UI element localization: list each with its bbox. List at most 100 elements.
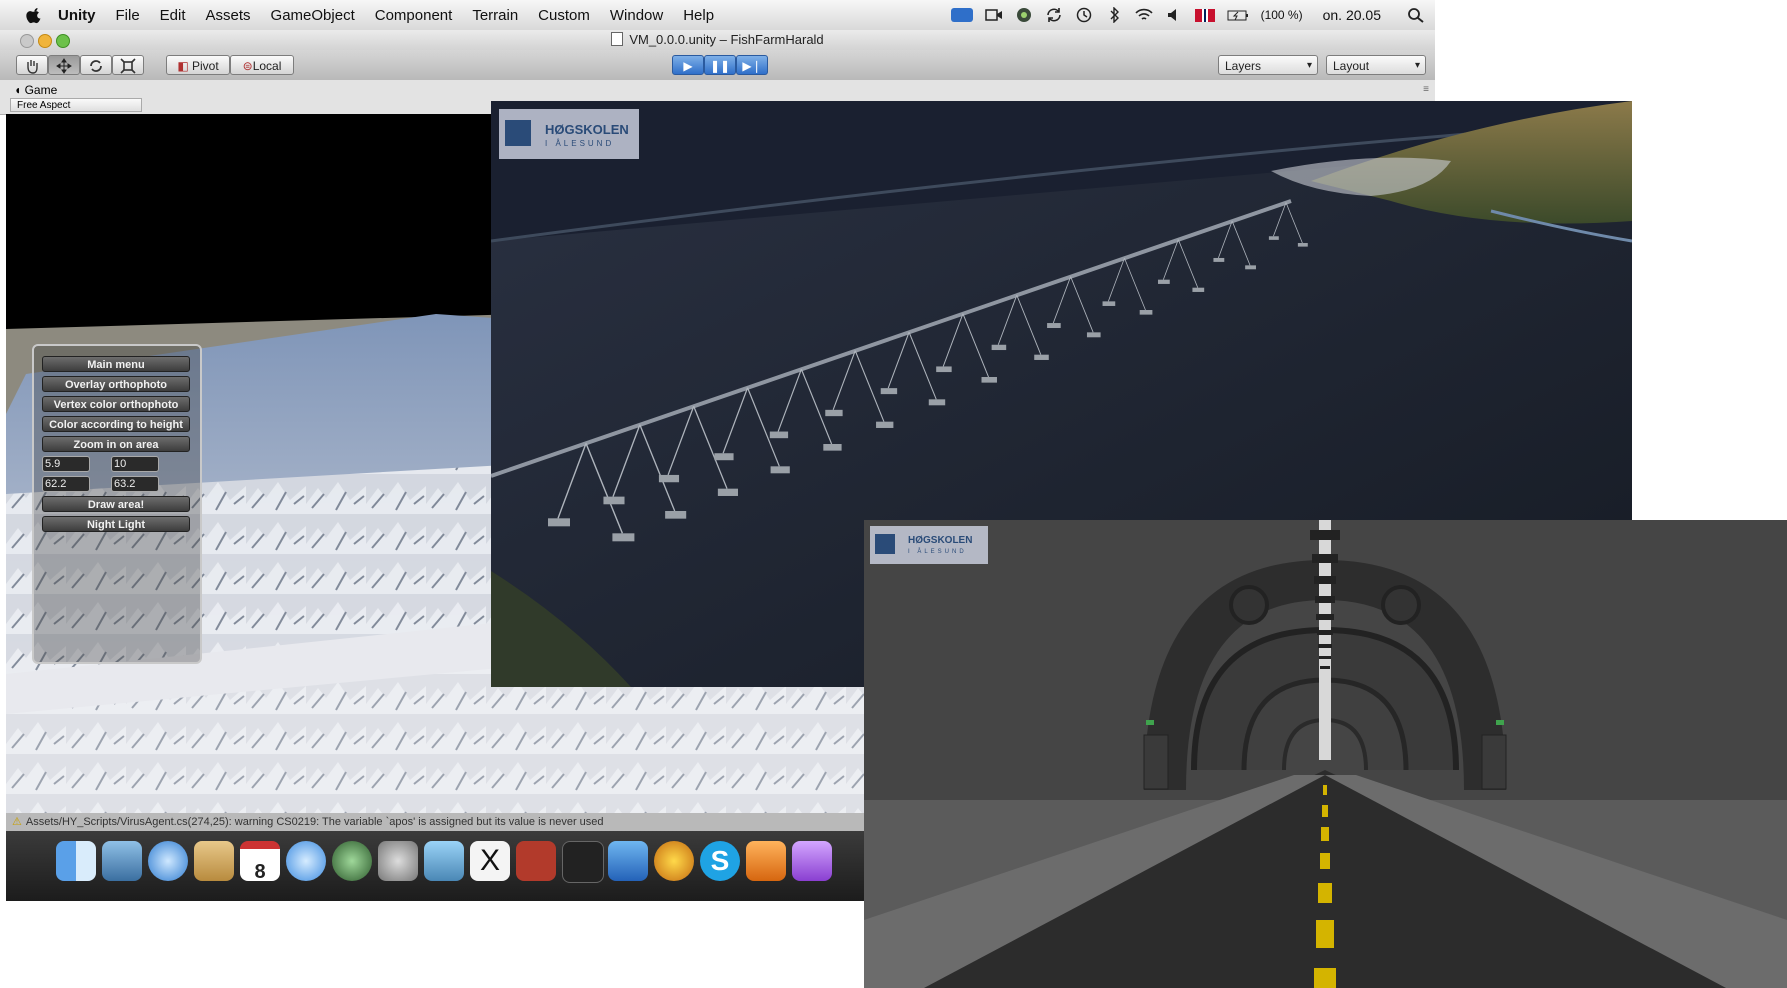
menu-file[interactable]: File [116, 7, 140, 24]
play-button[interactable]: ▶ [672, 55, 704, 75]
finder-icon[interactable] [56, 841, 96, 881]
battery-icon[interactable] [1227, 7, 1249, 23]
menu-terrain[interactable]: Terrain [472, 7, 518, 24]
battery-percent: (100 %) [1260, 8, 1303, 22]
sync-icon[interactable] [1045, 7, 1063, 23]
bluetooth-icon[interactable] [1105, 7, 1123, 23]
iphoto-icon[interactable] [424, 841, 464, 881]
menu-edit[interactable]: Edit [160, 7, 186, 24]
tab-menu-icon[interactable]: ≡ [1423, 84, 1429, 95]
scale-icon [120, 58, 136, 74]
powerpoint-icon[interactable] [746, 841, 786, 881]
calendar-icon[interactable]: 8 [240, 841, 280, 883]
zoom-in-area-button[interactable]: Zoom in on area [42, 436, 190, 452]
rotate-tool-button[interactable] [80, 55, 112, 75]
lon-min-field[interactable]: 5.9 [42, 456, 90, 472]
color-by-height-button[interactable]: Color according to height [42, 416, 190, 432]
aspect-label: Free Aspect [17, 100, 71, 111]
hogskolen-logo: HØGSKOLEN I ÅLESUND [499, 109, 639, 159]
itunes-icon[interactable] [286, 841, 326, 881]
lat-min-field[interactable]: 62.2 [42, 476, 90, 492]
x11-icon[interactable]: X [470, 841, 510, 881]
main-menu-button[interactable]: Main menu [42, 356, 190, 372]
unity-icon[interactable] [562, 841, 604, 883]
menu-unity[interactable]: Unity [58, 7, 96, 24]
camera-icon[interactable] [984, 7, 1003, 23]
step-button[interactable]: ▶❘ [736, 55, 768, 75]
flag-icon[interactable] [1194, 8, 1215, 22]
spotlight-search-icon[interactable] [1407, 7, 1425, 23]
menu-assets[interactable]: Assets [206, 7, 251, 24]
preview-icon[interactable] [102, 841, 142, 881]
tunnel-render-screenshot: HØGSKOLEN I ÅLESUND [864, 520, 1787, 988]
bird-icon[interactable] [654, 841, 694, 881]
menu-custom[interactable]: Custom [538, 7, 590, 24]
lon-max-field[interactable]: 10 [111, 456, 159, 472]
layers-label: Layers [1225, 59, 1262, 73]
tab-game[interactable]: ◖ Game [14, 83, 57, 97]
pivot-label: Pivot [192, 59, 219, 73]
terrain-menu-panel: Main menu Overlay orthophoto Vertex colo… [32, 344, 202, 664]
pacman-icon: ◖ [14, 83, 22, 97]
mail-icon[interactable] [194, 841, 234, 881]
menu-component[interactable]: Component [375, 7, 453, 24]
vertex-color-orthophoto-button[interactable]: Vertex color orthophoto [42, 396, 190, 412]
close-button[interactable] [20, 34, 34, 48]
calendar-day: 8 [254, 861, 266, 883]
hd-icon[interactable] [950, 8, 973, 22]
pivot-toggle[interactable]: ◧ Pivot [166, 55, 230, 75]
time-machine-icon[interactable] [332, 841, 372, 881]
safari-icon[interactable] [148, 841, 188, 881]
local-toggle[interactable]: ⊜Local [230, 55, 294, 75]
dock: 8 X S [6, 831, 864, 901]
tab-game-label: Game [24, 83, 58, 97]
logo-place-2: I ÅLESUND [908, 549, 967, 555]
layers-dropdown[interactable]: Layers [1218, 55, 1318, 76]
hogskolen-logo-2: HØGSKOLEN I ÅLESUND [870, 526, 988, 564]
word-icon[interactable] [608, 841, 648, 881]
pivot-icon: ◧ [177, 59, 189, 73]
lat-max-field[interactable]: 63.2 [111, 476, 159, 492]
system-preferences-icon[interactable] [378, 841, 418, 881]
pause-button[interactable]: ❚❚ [704, 55, 736, 75]
rotate-icon [90, 60, 102, 72]
record-icon[interactable] [1015, 7, 1033, 23]
menu-gameobject[interactable]: GameObject [271, 7, 355, 24]
scale-tool-button[interactable] [112, 55, 144, 75]
tunnel-scene [864, 520, 1787, 988]
overlay-orthophoto-button[interactable]: Overlay orthophoto [42, 376, 190, 392]
logo-name-2: HØGSKOLEN [908, 535, 973, 546]
skype-icon[interactable]: S [700, 841, 740, 881]
console-warning-text: Assets/HY_Scripts/VirusAgent.cs(274,25):… [25, 816, 604, 828]
zoom-button[interactable] [56, 34, 70, 48]
menu-help[interactable]: Help [683, 7, 714, 24]
local-label: Local [252, 59, 282, 73]
layout-dropdown[interactable]: Layout [1326, 55, 1426, 76]
pause-icon: ❚❚ [709, 59, 731, 73]
layout-label: Layout [1333, 59, 1370, 73]
mendeley-icon[interactable] [516, 841, 556, 881]
minimize-button[interactable] [38, 34, 52, 48]
local-icon: ⊜ [242, 59, 253, 73]
apple-icon[interactable] [24, 5, 44, 25]
hand-icon [27, 60, 38, 74]
unity-toolbar: ◧ Pivot ⊜Local ▶ ❚❚ ▶❘ Layers Layout [0, 50, 1435, 81]
wifi-icon[interactable] [1134, 7, 1153, 23]
aspect-dropdown[interactable]: Free Aspect [10, 98, 142, 112]
logo-name: HØGSKOLEN [545, 122, 629, 137]
document-icon [611, 32, 624, 46]
clock[interactable]: on. 20.05 [1323, 7, 1381, 23]
menu-window[interactable]: Window [610, 7, 663, 24]
hand-tool-button[interactable] [16, 55, 48, 75]
move-icon [56, 58, 72, 74]
draw-area-button[interactable]: Draw area! [42, 496, 190, 512]
step-icon: ▶❘ [742, 59, 762, 73]
console-status-bar[interactable]: ⚠ Assets/HY_Scripts/VirusAgent.cs(274,25)… [6, 813, 864, 831]
ie-icon[interactable] [792, 841, 832, 881]
warning-icon: ⚠ [12, 816, 22, 828]
time-machine-icon[interactable] [1075, 7, 1093, 23]
night-light-button[interactable]: Night Light [42, 516, 190, 532]
menu-bar: Unity File Edit Assets GameObject Compon… [0, 0, 1435, 31]
volume-icon[interactable] [1165, 7, 1183, 23]
move-tool-button[interactable] [48, 55, 80, 75]
